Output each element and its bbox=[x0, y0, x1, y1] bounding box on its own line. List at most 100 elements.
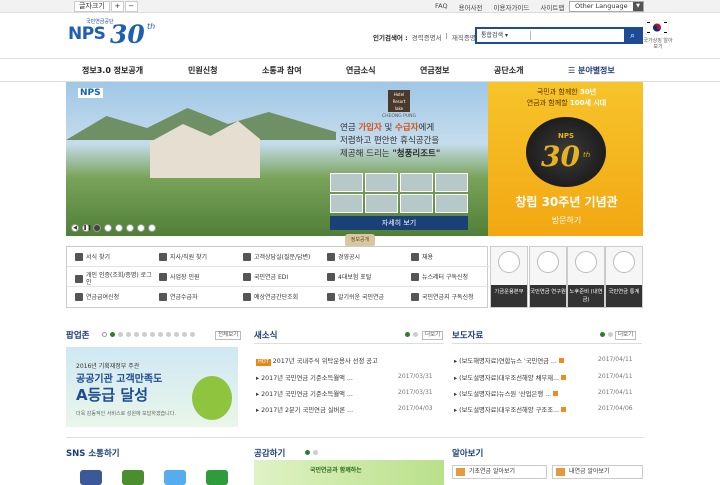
next-icon[interactable] bbox=[413, 332, 418, 337]
gong-pager bbox=[305, 450, 318, 455]
anniversary-visit-link[interactable]: 방문하기 bbox=[494, 215, 639, 226]
hero-nps-logo: NPS bbox=[78, 88, 103, 98]
news-more-button[interactable]: 더보기 bbox=[422, 331, 444, 340]
tile-research-institute[interactable]: 국민연금 연구원 bbox=[529, 246, 567, 308]
pager-dot[interactable] bbox=[110, 332, 115, 337]
facebook-icon[interactable] bbox=[80, 470, 102, 485]
press-item[interactable]: ▸ (보도설명자료)대우조선해양 구조조... bbox=[454, 405, 566, 414]
font-size-increase-button[interactable]: + bbox=[110, 1, 124, 12]
quick-item-recruit[interactable]: 채용 bbox=[411, 252, 433, 261]
link-faq[interactable]: FAQ bbox=[435, 2, 448, 12]
news-item[interactable]: ▸ 2017년 국민연금 기준소득월액 ... bbox=[256, 373, 353, 382]
quick-item-forms[interactable]: 서식 찾기 bbox=[75, 252, 110, 261]
blog-icon[interactable] bbox=[122, 470, 144, 485]
link-user-guide[interactable]: 이용자가이드 bbox=[494, 2, 530, 12]
next-icon[interactable] bbox=[608, 332, 613, 337]
hero-copy-highlight: 수급자 bbox=[395, 123, 419, 133]
press-item[interactable]: ▸ (보도해명자료)연합뉴스 '국민연금 ... bbox=[454, 356, 564, 365]
pager-dot[interactable] bbox=[126, 332, 131, 337]
quick-item-workplace[interactable]: 사업장 민원 bbox=[159, 272, 200, 281]
popupzone-pager bbox=[102, 332, 195, 337]
pager-dot[interactable] bbox=[305, 450, 310, 455]
korea-flag-icon[interactable] bbox=[645, 20, 669, 35]
link-glossary[interactable]: 용어사전 bbox=[459, 2, 483, 12]
slide-dot[interactable] bbox=[148, 224, 156, 232]
news-item[interactable]: ▸ 2017년 2분기 국민연금 실버론 ... bbox=[256, 405, 353, 414]
hero-more-button[interactable]: 자세히 보기 bbox=[330, 216, 468, 230]
nav-civil-service[interactable]: 민원신청 bbox=[188, 65, 217, 76]
quick-item-estimate[interactable]: 예상연금간단조회 bbox=[243, 292, 298, 301]
nav-communication[interactable]: 소통과 참여 bbox=[262, 65, 302, 76]
prev-icon[interactable]: ◀ bbox=[71, 224, 79, 232]
pager-dot[interactable] bbox=[118, 332, 123, 337]
hero-copy: 연금 가입자 및 수급자에게 저렴하고 편안한 휴식공간을 제공해 드리는 "청… bbox=[340, 122, 480, 161]
link-sitemap[interactable]: 사이트맵 bbox=[540, 2, 564, 12]
slide-dot[interactable] bbox=[137, 224, 145, 232]
flag-caption[interactable]: 국가상징 알아보기 bbox=[643, 38, 673, 50]
other-language-label: Other Language bbox=[575, 2, 628, 10]
news-item[interactable]: HOT 2017년 국내주식 위탁운용사 선정 공고 bbox=[256, 356, 378, 366]
nav-pension-info[interactable]: 연금정보 bbox=[420, 65, 449, 76]
press-more-button[interactable]: 더보기 bbox=[615, 331, 637, 340]
pager-dot[interactable] bbox=[150, 332, 155, 337]
nav-about[interactable]: 공단소개 bbox=[494, 65, 523, 76]
pager-dot[interactable] bbox=[158, 332, 163, 337]
slide-dot[interactable] bbox=[126, 224, 134, 232]
quick-item-management-disclosure[interactable]: 경영공시 bbox=[327, 252, 360, 261]
quick-item-magazine[interactable]: 국민연금지 구독신청 bbox=[411, 292, 474, 301]
font-size-decrease-button[interactable]: − bbox=[124, 1, 138, 12]
my-pension-button[interactable]: 내연금 알아보기 bbox=[552, 465, 643, 479]
quick-item-branch-search[interactable]: 지사/직원 찾기 bbox=[159, 252, 207, 261]
quick-item-edi[interactable]: 국민연금 EDI bbox=[243, 272, 288, 281]
search-box[interactable]: 통합검색 ▾ ⌕ bbox=[475, 27, 643, 44]
keyword-link[interactable]: 경력증명서 bbox=[412, 32, 442, 42]
search-icon[interactable]: ⌕ bbox=[624, 29, 641, 42]
search-scope-select[interactable]: 통합검색 ▾ bbox=[479, 31, 531, 40]
font-size-control: 글자크기 + − bbox=[74, 1, 139, 12]
tile-retirement-prep[interactable]: 노후준비 (내연금) bbox=[567, 246, 605, 308]
globe-icon bbox=[498, 251, 520, 273]
kakao-icon[interactable] bbox=[206, 470, 228, 485]
pager-dot[interactable] bbox=[313, 450, 318, 455]
mascot-image bbox=[192, 376, 232, 420]
hero-copy-text: 및 bbox=[381, 123, 396, 133]
pager-dot[interactable] bbox=[174, 332, 179, 337]
prev-icon[interactable] bbox=[405, 332, 410, 337]
quick-item-personal-login[interactable]: 개인 인증(조회/증명) 로그인 bbox=[75, 272, 155, 286]
press-item[interactable]: ▸ (보도설명자료)대우조선해양 채무재... bbox=[454, 373, 566, 382]
slide-dot[interactable] bbox=[93, 224, 101, 232]
hot-badge: HOT bbox=[256, 359, 271, 366]
nav-by-field[interactable]: ☰ 분야별정보 bbox=[568, 65, 615, 76]
pager-dot[interactable] bbox=[190, 332, 195, 337]
nav-pension-news[interactable]: 연금소식 bbox=[346, 65, 375, 76]
tile-fund-management[interactable]: 기금운용본부 bbox=[490, 246, 528, 308]
quick-item-newsletter[interactable]: 뉴스레터 구독신청 bbox=[411, 272, 468, 281]
pager-dot[interactable] bbox=[182, 332, 187, 337]
quick-item-benefit-apply[interactable]: 연금급여신청 bbox=[75, 292, 119, 301]
news-item-text: 2017년 국민연금 기준소득월액 ... bbox=[261, 375, 353, 382]
prev-icon[interactable] bbox=[600, 332, 605, 337]
popupzone-all-button[interactable]: 전체보기 bbox=[215, 331, 242, 340]
quick-item-easy-pension[interactable]: 알기쉬운 국민연금 bbox=[327, 292, 384, 301]
quick-item-recipients[interactable]: 연금수급자 bbox=[159, 292, 198, 301]
pager-dot[interactable] bbox=[134, 332, 139, 337]
monitor-icon bbox=[243, 272, 251, 281]
tile-label: 국민연금 연구원 bbox=[530, 285, 566, 307]
pager-dot[interactable] bbox=[142, 332, 147, 337]
hotel-logo: Hotel Resort lake bbox=[388, 90, 410, 112]
slide-dot[interactable] bbox=[104, 224, 112, 232]
pager-dot[interactable] bbox=[166, 332, 171, 337]
nav-info-disclosure[interactable]: 정보3.0 정보공개 bbox=[82, 65, 143, 76]
popup-caption: 더욱 감동적인 서비스로 성원에 보답하겠습니다. bbox=[76, 411, 176, 417]
quick-item-customer-center[interactable]: 고객상담실(질문/답변) bbox=[243, 252, 310, 261]
slide-dot[interactable] bbox=[115, 224, 123, 232]
news-item[interactable]: ▸ 2017년 국민연금 기준소득월액 ... bbox=[256, 389, 353, 398]
basic-pension-button[interactable]: 기초연금 알아보기 bbox=[452, 465, 547, 479]
press-item[interactable]: ▸ (보도설명자료)뉴스원 '산업은행 ... bbox=[454, 389, 559, 398]
other-language-select[interactable]: Other Language ▼ bbox=[569, 1, 644, 12]
tile-statistics[interactable]: 국민연금 통계 bbox=[605, 246, 643, 308]
twitter-icon[interactable] bbox=[164, 470, 186, 485]
press-pager bbox=[600, 332, 613, 337]
quick-item-insurance-portal[interactable]: 4대보험 포털 bbox=[327, 272, 371, 281]
pause-icon[interactable]: ❚❚ bbox=[82, 224, 91, 232]
